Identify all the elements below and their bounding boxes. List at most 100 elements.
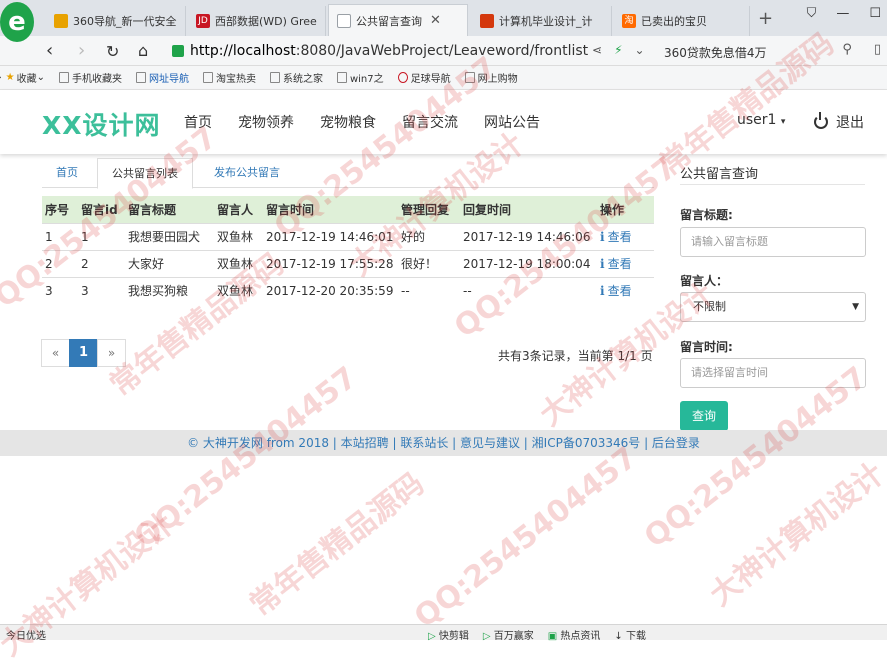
menu-item-pet-food[interactable]: 宠物粮食 <box>320 112 376 132</box>
forward-icon[interactable]: › <box>78 40 85 61</box>
cell-reply: 很好！ <box>398 249 460 277</box>
page-icon <box>135 72 146 83</box>
menu-item-messages[interactable]: 留言交流 <box>402 112 458 132</box>
address-bar: ‹ › ↻ ⌂ http://localhost:8080/JavaWebPro… <box>0 36 887 66</box>
promo-text[interactable]: 360贷款免息借4万 <box>664 44 767 61</box>
cell-author: 双鱼林 <box>214 222 263 250</box>
cell-title: 大家好 <box>125 249 214 277</box>
caret-down-icon: ▼ <box>852 302 859 312</box>
minimize-icon[interactable]: — <box>836 6 849 21</box>
cell-author: 双鱼林 <box>214 249 263 277</box>
col-header: 留言id <box>78 196 125 223</box>
title-label: 留言标题: <box>680 208 733 222</box>
browser-tab-active[interactable]: 公共留言查询 ✕ <box>328 4 468 36</box>
new-tab-button[interactable]: + <box>758 8 773 29</box>
chevron-right-icon[interactable]: › <box>0 73 2 83</box>
col-header: 操作 <box>597 196 654 223</box>
cell-reply-time: 2017-12-19 14:46:06 <box>460 222 597 250</box>
cell-id: 1 <box>78 222 125 250</box>
bookmark-item[interactable]: ★ 收藏 ⌄ <box>6 70 45 85</box>
watermark: 大神计算机设计 <box>703 456 887 614</box>
browser-logo-icon: e <box>0 2 34 42</box>
window-controls: ⛉ — ☐ <box>807 6 881 21</box>
message-table: 序号 留言id 留言标题 留言人 留言时间 管理回复 回复时间 操作 1 1 我… <box>42 196 654 304</box>
cell-index: 2 <box>42 249 78 277</box>
author-select[interactable]: 不限制 ▼ <box>680 292 866 322</box>
cell-reply-time: -- <box>460 276 597 304</box>
cell-time: 2017-12-19 14:46:01 <box>263 222 398 250</box>
prev-page-button[interactable]: « <box>41 339 70 367</box>
star-icon: ★ <box>5 72 15 83</box>
tab-label: 西部数据(WD) Gree <box>215 15 317 28</box>
col-header: 留言人 <box>214 196 263 223</box>
bookmark-item[interactable]: 足球导航 <box>397 70 451 85</box>
reload-icon[interactable]: ↻ <box>106 42 119 61</box>
tab-public-message-list[interactable]: 公共留言列表 <box>97 158 193 189</box>
col-header: 管理回复 <box>398 196 460 223</box>
bookmark-item[interactable]: 系统之家 <box>269 70 323 85</box>
watermark: 常年售精品源码 <box>243 466 431 624</box>
col-header: 留言标题 <box>125 196 214 223</box>
bookmark-item[interactable]: 淘宝热卖 <box>202 70 256 85</box>
content-tabs: 首页 公共留言列表 发布公共留言 <box>42 158 654 189</box>
browser-tab-4[interactable]: 计算机毕业设计_计 <box>472 6 612 36</box>
divider <box>680 184 865 185</box>
bookmark-item[interactable]: 网上购物 <box>464 70 518 85</box>
tab-home[interactable]: 首页 <box>42 158 92 188</box>
bookmark-item[interactable]: 手机收藏夹 <box>58 70 122 85</box>
info-icon: i <box>600 230 605 244</box>
title-search-input[interactable]: 请输入留言标题 <box>680 227 866 257</box>
chevron-down-icon[interactable]: ⌄ <box>635 43 645 57</box>
menu-item-home[interactable]: 首页 <box>184 112 212 132</box>
query-button[interactable]: 查询 <box>680 401 728 431</box>
back-icon[interactable]: ‹ <box>46 40 53 61</box>
author-label: 留言人： <box>680 274 729 288</box>
device-icon[interactable]: ▯ <box>874 42 881 57</box>
favicon-icon <box>480 14 494 28</box>
user-menu[interactable]: user1 ▾ <box>737 112 785 128</box>
browser-tab-5[interactable]: 淘 已卖出的宝贝 <box>614 6 750 36</box>
cell-title: 我想买狗粮 <box>125 276 214 304</box>
menu-item-pet-adoption[interactable]: 宠物领养 <box>238 112 294 132</box>
next-page-button[interactable]: » <box>97 339 126 367</box>
bookmark-item[interactable]: win7之 <box>336 70 384 85</box>
download-icon: ↓ <box>614 631 623 642</box>
site-logo[interactable]: XX设计网 <box>42 106 161 142</box>
logout-button[interactable]: 退出 <box>814 112 864 132</box>
url-field[interactable]: http://localhost:8080/JavaWebProject/Lea… <box>172 39 652 63</box>
view-link[interactable]: i 查看 <box>600 257 632 271</box>
search-icon[interactable]: ⚲ <box>842 42 852 57</box>
browser-tab-1[interactable]: 360导航_新一代安全 <box>46 6 186 36</box>
home-icon[interactable]: ⌂ <box>138 41 148 60</box>
close-icon[interactable]: ✕ <box>430 13 441 28</box>
favicon-icon <box>54 14 68 28</box>
view-link[interactable]: i 查看 <box>600 230 632 244</box>
view-link[interactable]: i 查看 <box>600 284 632 298</box>
page-icon <box>269 72 280 83</box>
url-host: http://localhost <box>190 43 296 59</box>
time-search-input[interactable]: 请选择留言时间 <box>680 358 866 388</box>
address-right-tools: ⚲ ▯ <box>842 42 881 57</box>
maximize-icon[interactable]: ☐ <box>869 6 881 21</box>
share-icon[interactable]: ⋖ <box>592 43 602 57</box>
shirt-icon[interactable]: ⛉ <box>807 6 817 21</box>
table-row: 2 2 大家好 双鱼林 2017-12-19 17:55:28 很好！ 2017… <box>42 249 654 277</box>
site-footer[interactable]: © 大神开发网 from 2018 | 本站招聘 | 联系站长 | 意见与建议 … <box>0 430 887 456</box>
cell-time: 2017-12-19 17:55:28 <box>263 249 398 277</box>
bookmark-label: 手机收藏夹 <box>71 74 122 85</box>
browser-tab-2[interactable]: JD 西部数据(WD) Gree <box>188 6 326 36</box>
bookmark-item[interactable]: 网址导航 <box>135 70 189 85</box>
page-icon <box>464 72 475 83</box>
table-row: 1 1 我想要田园犬 双鱼林 2017-12-19 14:46:01 好的 20… <box>42 222 654 250</box>
tab-post-public-message[interactable]: 发布公共留言 <box>200 158 294 188</box>
menu-item-notices[interactable]: 网站公告 <box>484 112 540 132</box>
view-label: 查看 <box>607 284 632 299</box>
time-label: 留言时间: <box>680 340 733 354</box>
lightning-icon[interactable]: ⚡ <box>614 43 622 57</box>
cell-action: i 查看 <box>597 249 654 277</box>
page-1-button[interactable]: 1 <box>69 339 98 367</box>
page-icon <box>202 72 213 83</box>
status-label: 百万赢家 <box>493 631 534 642</box>
page-icon <box>337 13 351 28</box>
bookmark-label: win7之 <box>349 74 384 85</box>
